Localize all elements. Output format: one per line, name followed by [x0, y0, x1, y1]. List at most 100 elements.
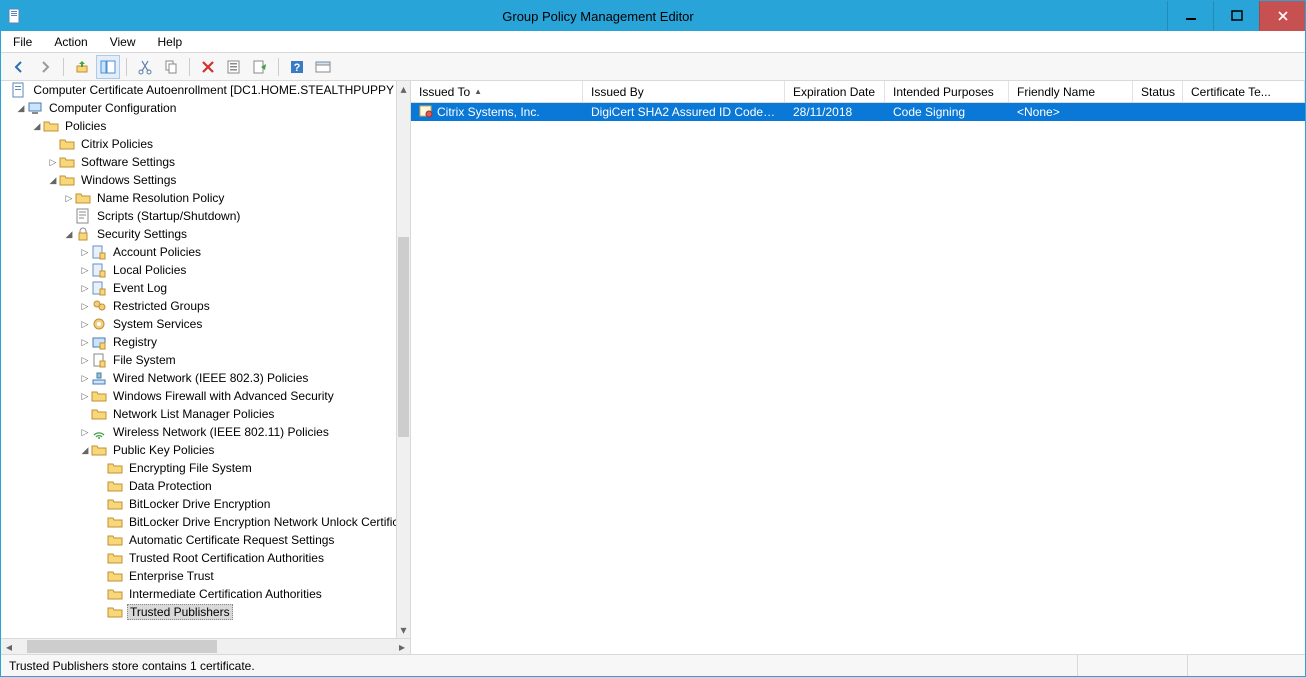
forward-button[interactable] [33, 55, 57, 79]
menu-file[interactable]: File [9, 33, 36, 51]
tree-node-wired-network[interactable]: ▷Wired Network (IEEE 802.3) Policies [1, 369, 396, 387]
tree-node-registry[interactable]: ▷Registry [1, 333, 396, 351]
scroll-thumb[interactable] [27, 640, 217, 653]
tree-node-bitlocker[interactable]: BitLocker Drive Encryption [1, 495, 396, 513]
content-area: Computer Certificate Autoenrollment [DC1… [1, 81, 1305, 654]
expand-icon[interactable]: ▷ [79, 391, 91, 402]
collapse-icon[interactable]: ◢ [79, 445, 91, 456]
properties-button[interactable] [222, 55, 246, 79]
column-purposes[interactable]: Intended Purposes [885, 81, 1009, 102]
menu-action[interactable]: Action [50, 33, 91, 51]
up-button[interactable] [70, 55, 94, 79]
expand-icon[interactable]: ▷ [79, 427, 91, 438]
expand-icon[interactable]: ▷ [79, 337, 91, 348]
expand-icon[interactable]: ▷ [79, 373, 91, 384]
list-header: Issued To▲ Issued By Expiration Date Int… [411, 81, 1305, 103]
back-button[interactable] [7, 55, 31, 79]
tree-node-computer-config[interactable]: ◢ Computer Configuration [1, 99, 396, 117]
tree-node-policies[interactable]: ◢ Policies [1, 117, 396, 135]
tree-node-root[interactable]: Computer Certificate Autoenrollment [DC1… [1, 81, 396, 99]
tree-label: BitLocker Drive Encryption Network Unloc… [127, 515, 396, 529]
tree-pane: Computer Certificate Autoenrollment [DC1… [1, 81, 411, 654]
app-icon [7, 8, 23, 24]
expand-icon[interactable]: ▷ [79, 247, 91, 258]
expand-icon[interactable]: ▷ [63, 193, 75, 204]
tree-node-system-services[interactable]: ▷System Services [1, 315, 396, 333]
show-hide-tree-button[interactable] [96, 55, 120, 79]
expand-icon[interactable]: ▷ [79, 301, 91, 312]
column-status[interactable]: Status [1133, 81, 1183, 102]
tree-node-auto-cert[interactable]: Automatic Certificate Request Settings [1, 531, 396, 549]
column-template[interactable]: Certificate Te... [1183, 81, 1305, 102]
tree-node-event-log[interactable]: ▷Event Log [1, 279, 396, 297]
collapse-icon[interactable]: ◢ [15, 103, 27, 114]
network-icon [91, 370, 107, 386]
column-issued-by[interactable]: Issued By [583, 81, 785, 102]
scroll-left-icon[interactable]: ◂ [1, 640, 17, 654]
menubar: File Action View Help [1, 31, 1305, 53]
tree-node-scripts[interactable]: Scripts (Startup/Shutdown) [1, 207, 396, 225]
tree-node-trusted-root[interactable]: Trusted Root Certification Authorities [1, 549, 396, 567]
tree-node-wireless[interactable]: ▷Wireless Network (IEEE 802.11) Policies [1, 423, 396, 441]
expand-icon[interactable]: ▷ [79, 355, 91, 366]
expand-icon[interactable]: ▷ [79, 319, 91, 330]
tree-label: Software Settings [79, 155, 177, 169]
column-label: Status [1141, 85, 1175, 99]
maximize-button[interactable] [1213, 1, 1259, 31]
options-button[interactable] [311, 55, 335, 79]
list-row[interactable]: Citrix Systems, Inc. DigiCert SHA2 Assur… [411, 103, 1305, 121]
export-button[interactable] [248, 55, 272, 79]
tree-node-security-settings[interactable]: ◢ Security Settings [1, 225, 396, 243]
collapse-icon[interactable]: ◢ [63, 229, 75, 240]
expand-icon[interactable]: ▷ [79, 265, 91, 276]
delete-button[interactable] [196, 55, 220, 79]
tree[interactable]: Computer Certificate Autoenrollment [DC1… [1, 81, 396, 638]
scroll-thumb[interactable] [398, 237, 409, 437]
scroll-down-icon[interactable]: ▾ [397, 622, 410, 638]
collapse-icon[interactable]: ◢ [47, 175, 59, 186]
tree-node-network-list[interactable]: Network List Manager Policies [1, 405, 396, 423]
help-button[interactable]: ? [285, 55, 309, 79]
tree-label: Windows Settings [79, 173, 178, 187]
titlebar: Group Policy Management Editor [1, 1, 1305, 31]
folder-icon [59, 136, 75, 152]
expand-icon[interactable]: ▷ [47, 157, 59, 168]
tree-node-software-settings[interactable]: ▷ Software Settings [1, 153, 396, 171]
tree-node-enterprise-trust[interactable]: Enterprise Trust [1, 567, 396, 585]
tree-node-name-resolution[interactable]: ▷ Name Resolution Policy [1, 189, 396, 207]
tree-node-intermediate-ca[interactable]: Intermediate Certification Authorities [1, 585, 396, 603]
tree-node-data-protection[interactable]: Data Protection [1, 477, 396, 495]
tree-node-trusted-publishers[interactable]: Trusted Publishers [1, 603, 396, 621]
folder-icon [59, 172, 75, 188]
tree-node-windows-settings[interactable]: ◢ Windows Settings [1, 171, 396, 189]
tree-label: Public Key Policies [111, 443, 216, 457]
column-friendly-name[interactable]: Friendly Name [1009, 81, 1133, 102]
tree-label: Network List Manager Policies [111, 407, 276, 421]
expand-icon[interactable]: ▷ [79, 283, 91, 294]
tree-node-bitlocker-network[interactable]: BitLocker Drive Encryption Network Unloc… [1, 513, 396, 531]
collapse-icon[interactable]: ◢ [31, 121, 43, 132]
copy-button[interactable] [159, 55, 183, 79]
tree-node-firewall[interactable]: ▷Windows Firewall with Advanced Security [1, 387, 396, 405]
minimize-button[interactable] [1167, 1, 1213, 31]
tree-node-restricted-groups[interactable]: ▷Restricted Groups [1, 297, 396, 315]
column-expiration[interactable]: Expiration Date [785, 81, 885, 102]
horizontal-scrollbar[interactable]: ◂ ▸ [1, 638, 410, 654]
tree-node-citrix-policies[interactable]: Citrix Policies [1, 135, 396, 153]
vertical-scrollbar[interactable]: ▴ ▾ [396, 81, 410, 638]
menu-view[interactable]: View [106, 33, 140, 51]
tree-node-public-key[interactable]: ◢ Public Key Policies [1, 441, 396, 459]
tree-node-efs[interactable]: Encrypting File System [1, 459, 396, 477]
folder-icon [107, 604, 123, 620]
scroll-up-icon[interactable]: ▴ [397, 81, 410, 97]
cut-button[interactable] [133, 55, 157, 79]
close-button[interactable] [1259, 1, 1305, 31]
column-issued-to[interactable]: Issued To▲ [411, 81, 583, 102]
tree-node-account-policies[interactable]: ▷Account Policies [1, 243, 396, 261]
scroll-right-icon[interactable]: ▸ [394, 640, 410, 654]
tree-node-local-policies[interactable]: ▷Local Policies [1, 261, 396, 279]
menu-help[interactable]: Help [154, 33, 187, 51]
folder-icon [107, 586, 123, 602]
tree-node-file-system[interactable]: ▷File System [1, 351, 396, 369]
folder-icon [107, 568, 123, 584]
